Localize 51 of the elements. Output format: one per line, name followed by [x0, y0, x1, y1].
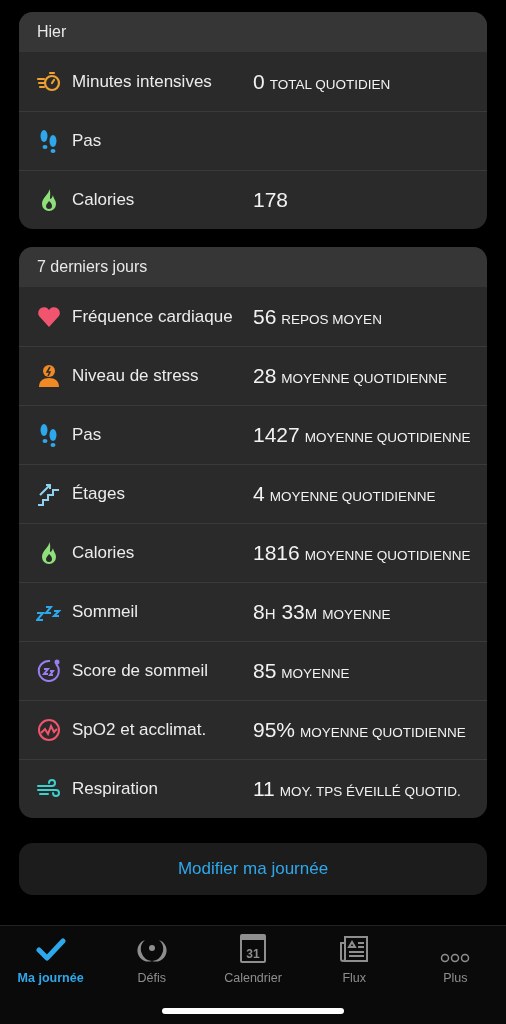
pulse-circle-icon: [36, 717, 62, 743]
checkmark-icon: [35, 937, 66, 964]
metric-value: 56 REPOS MOYEN: [253, 303, 382, 330]
more-icon: [440, 953, 471, 964]
metric-value: 8H 33M MOYENNE: [253, 599, 391, 626]
stairs-icon: [36, 481, 62, 507]
metric-row[interactable]: Niveau de stress 28 MOYENNE QUOTIDIENNE: [19, 346, 487, 405]
newspaper-icon: [339, 935, 370, 964]
metric-row[interactable]: Sommeil 8H 33M MOYENNE: [19, 582, 487, 641]
metric-value: 11 MOY. TPS ÉVEILLÉ QUOTID.: [253, 776, 461, 803]
metric-row[interactable]: Fréquence cardiaque 56 REPOS MOYEN: [19, 287, 487, 346]
metric-label: Sommeil: [72, 601, 140, 624]
section-title: Hier: [37, 22, 67, 42]
tab-item[interactable]: Plus: [404, 934, 506, 988]
metric-label: Étages: [72, 483, 126, 506]
metric-label: Calories: [72, 542, 136, 565]
metric-value: 0 TOTAL QUOTIDIEN: [253, 68, 391, 95]
tab-item[interactable]: 31 Calendrier: [202, 934, 304, 988]
metric-label: Respiration: [72, 778, 159, 801]
metric-value: 85 MOYENNE: [253, 658, 350, 685]
metric-label: Score de sommeil: [72, 660, 210, 683]
metric-row[interactable]: Calories 178: [19, 170, 487, 229]
person-bolt-icon: [36, 363, 62, 389]
metric-label: Pas: [72, 130, 103, 153]
edit-day-button[interactable]: Modifier ma journée: [19, 843, 487, 895]
metric-row[interactable]: Pas 1427 MOYENNE QUOTIDIENNE: [19, 405, 487, 464]
metric-row[interactable]: Étages 4 MOYENNE QUOTIDIENNE: [19, 464, 487, 523]
metric-value: 4 MOYENNE QUOTIDIENNE: [253, 481, 436, 508]
calendar-icon: 31: [240, 934, 266, 964]
metric-label: Fréquence cardiaque: [72, 305, 234, 328]
metric-row[interactable]: SpO2 et acclimat. 95% MOYENNE QUOTIDIENNE: [19, 700, 487, 759]
metric-value: 1816 MOYENNE QUOTIDIENNE: [253, 540, 471, 567]
metric-label: Niveau de stress: [72, 365, 200, 388]
metric-row[interactable]: Score de sommeil 85 MOYENNE: [19, 641, 487, 700]
sleep-score-icon: [36, 658, 62, 684]
metric-value: 1427 MOYENNE QUOTIDIENNE: [253, 422, 471, 449]
metric-value: 95% MOYENNE QUOTIDIENNE: [253, 717, 466, 744]
metric-value: 28 MOYENNE QUOTIDIENNE: [253, 363, 448, 390]
metric-value: 178: [253, 187, 289, 214]
metric-row[interactable]: Minutes intensives 0 TOTAL QUOTIDIEN: [19, 52, 487, 111]
tab-item[interactable]: Défis: [101, 934, 203, 988]
section-title: 7 derniers jours: [37, 257, 148, 277]
metric-label: Minutes intensives: [72, 70, 213, 93]
metric-row[interactable]: Respiration 11 MOY. TPS ÉVEILLÉ QUOTID.: [19, 759, 487, 818]
metric-row[interactable]: Calories 1816 MOYENNE QUOTIDIENNE: [19, 523, 487, 582]
metric-row[interactable]: Pas: [19, 111, 487, 170]
metric-label: SpO2 et acclimat.: [72, 719, 208, 742]
metric-label: Pas: [72, 424, 103, 447]
tab-item[interactable]: Flux: [303, 934, 405, 988]
metric-label: Calories: [72, 189, 136, 212]
tab-item[interactable]: Ma journée: [0, 934, 102, 988]
